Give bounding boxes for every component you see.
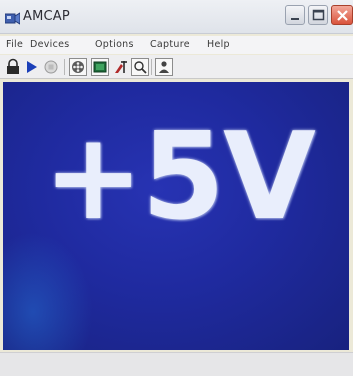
play-icon bbox=[27, 61, 37, 73]
video-overlay-text: +5V bbox=[43, 108, 316, 247]
stop-button[interactable] bbox=[42, 58, 60, 76]
zoom-icon bbox=[134, 61, 147, 74]
lock-icon bbox=[7, 58, 19, 74]
zoom-button[interactable] bbox=[131, 58, 149, 76]
amcap-app-icon bbox=[4, 10, 21, 25]
video-glare bbox=[3, 232, 93, 350]
toolbar-separator bbox=[64, 59, 65, 75]
menu-capture[interactable]: Capture bbox=[150, 39, 190, 50]
minimize-icon bbox=[291, 18, 299, 20]
close-button[interactable] bbox=[331, 5, 353, 25]
lock-button[interactable] bbox=[4, 58, 22, 76]
close-icon bbox=[337, 10, 348, 21]
minimize-button[interactable] bbox=[285, 5, 305, 25]
maximize-icon bbox=[312, 9, 325, 21]
amcap-window: AMCAP File Devices Options Capture Help bbox=[0, 0, 353, 376]
preview-icon bbox=[93, 61, 107, 73]
tools-button[interactable] bbox=[112, 58, 130, 76]
film-reel-icon bbox=[72, 61, 84, 73]
menu-options[interactable]: Options bbox=[95, 39, 134, 50]
maximize-button[interactable] bbox=[308, 5, 328, 25]
user-icon bbox=[159, 61, 169, 73]
film-reel-button[interactable] bbox=[69, 58, 87, 76]
user-button[interactable] bbox=[155, 58, 173, 76]
video-preview: +5V bbox=[3, 82, 349, 350]
stop-icon bbox=[44, 60, 58, 74]
window-title: AMCAP bbox=[23, 9, 70, 24]
menu-file[interactable]: File bbox=[6, 39, 23, 50]
title-bar[interactable]: AMCAP bbox=[0, 0, 353, 34]
status-bar bbox=[0, 352, 353, 376]
menu-bar: File Devices Options Capture Help bbox=[0, 36, 353, 54]
toolbar bbox=[0, 55, 353, 79]
tools-icon bbox=[115, 61, 127, 73]
preview-button[interactable] bbox=[91, 58, 109, 76]
menu-help[interactable]: Help bbox=[207, 39, 230, 50]
play-button[interactable] bbox=[22, 58, 40, 76]
toolbar-separator bbox=[151, 59, 152, 75]
menu-devices[interactable]: Devices bbox=[30, 39, 70, 50]
